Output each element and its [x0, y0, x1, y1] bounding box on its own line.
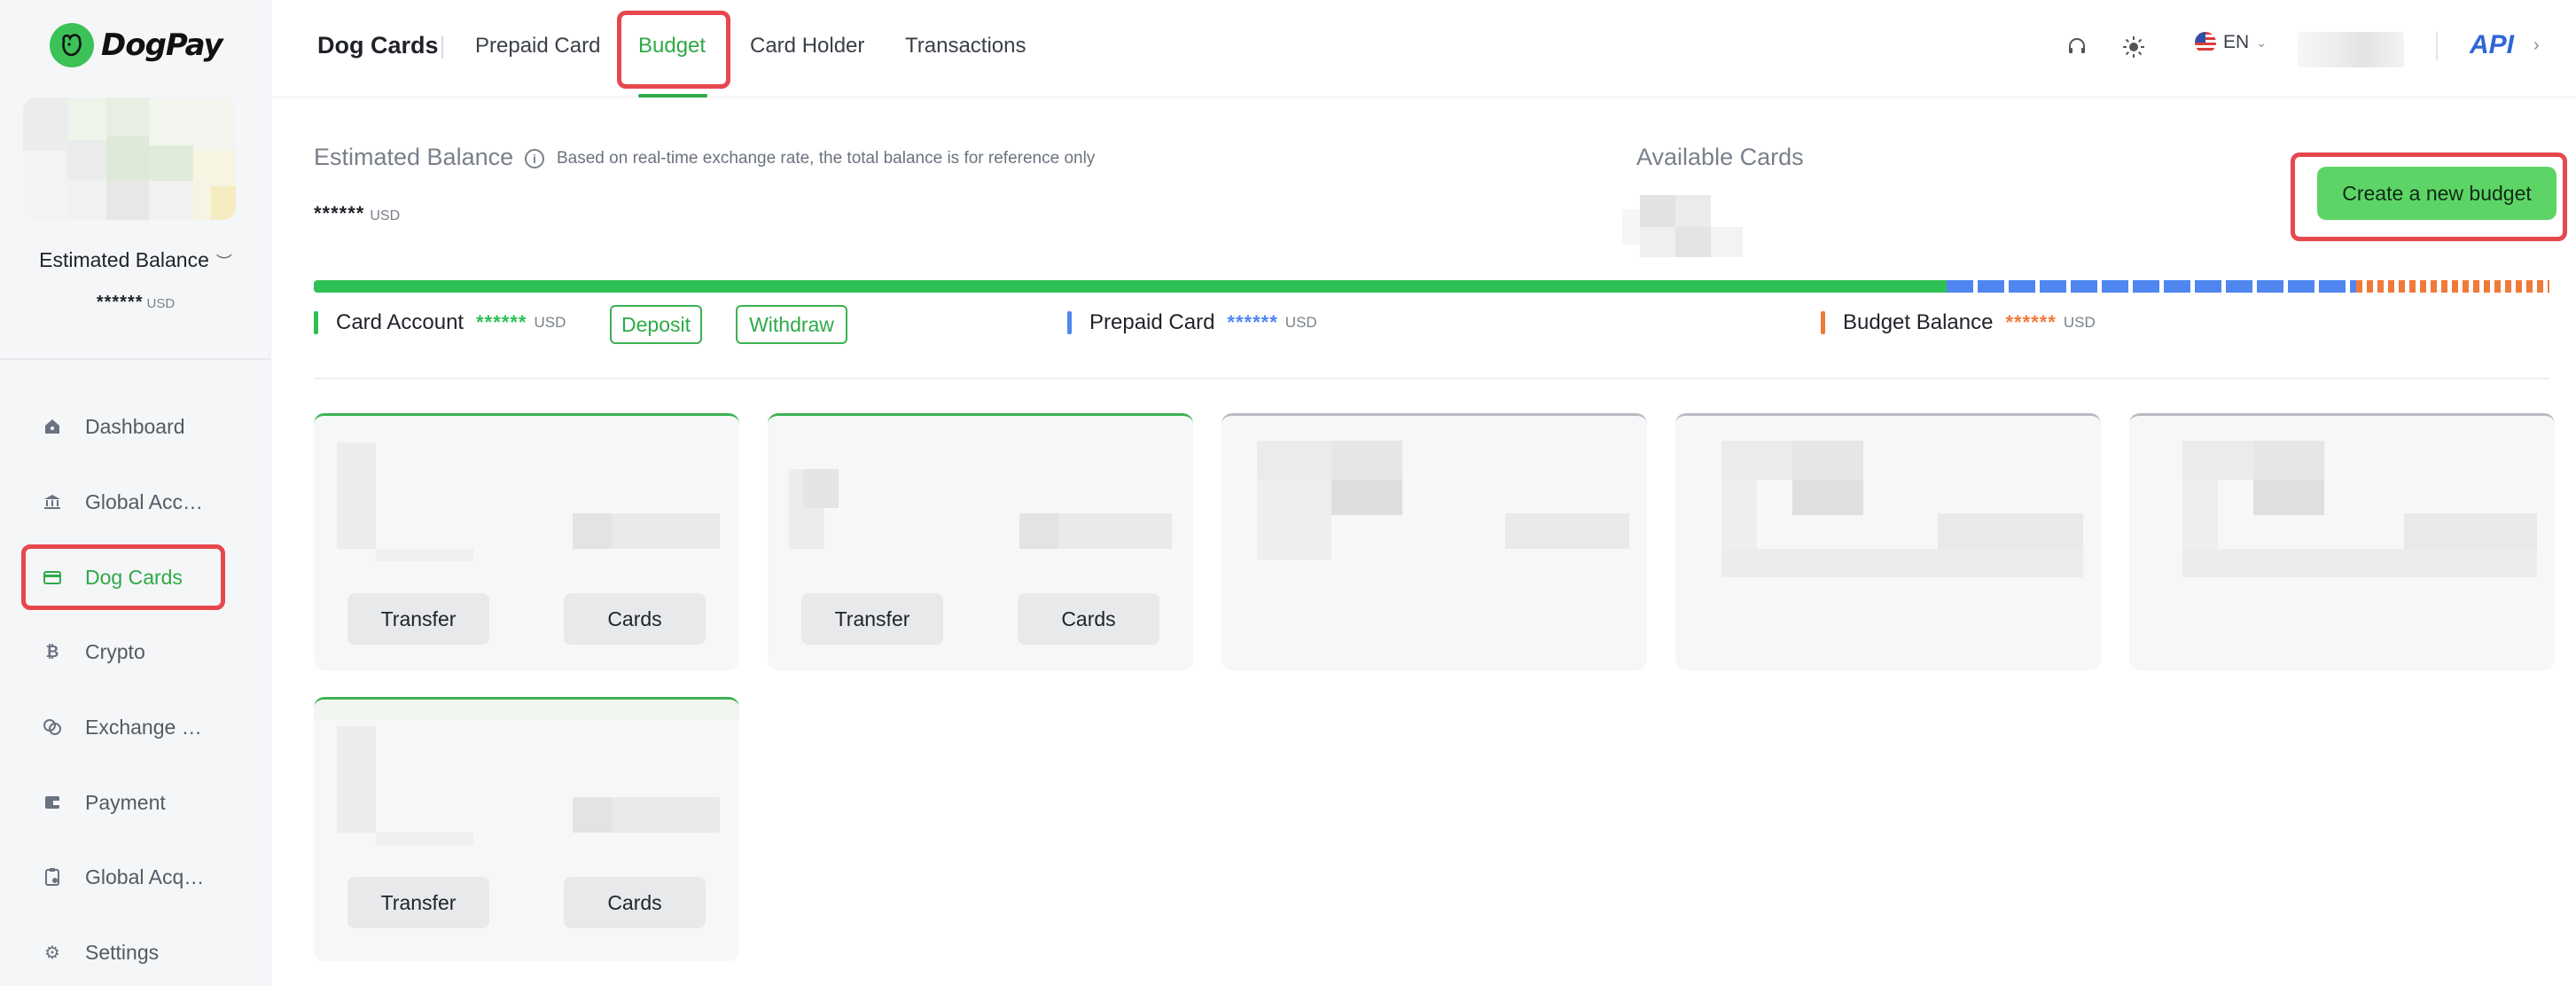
language-label: EN [2223, 32, 2250, 52]
card-account-value: ****** [476, 311, 527, 333]
budget-balance-unit: USD [2063, 314, 2096, 331]
gear-icon: ⚙ [44, 943, 60, 963]
sidebar-item-label: Global Acquiring [85, 865, 209, 888]
info-icon[interactable]: i [525, 149, 544, 168]
available-cards-value [1622, 183, 1755, 257]
budget-card[interactable] [1222, 413, 1647, 670]
budget-balance-bar-segment [2356, 280, 2549, 293]
balance-distribution-bar [314, 280, 2549, 293]
transfer-button[interactable]: Transfer [347, 877, 489, 928]
sidebar-balance-value: ****** USD [0, 293, 271, 313]
estimated-balance-amount: ****** [314, 202, 365, 224]
estimated-balance-unit: USD [370, 208, 401, 223]
cards-button[interactable]: Cards [564, 593, 706, 645]
prepaid-card-bar-segment [1947, 280, 2356, 293]
card-account-bar-segment [314, 280, 1947, 293]
card-icon [43, 567, 62, 587]
brand-logo[interactable]: DogPay [50, 23, 223, 67]
tab-budget[interactable]: Budget [638, 34, 706, 59]
prepaid-card-unit: USD [1284, 314, 1317, 331]
sidebar-balance-unit: USD [146, 296, 176, 311]
legend-card-account: Card Account ****** USD [314, 310, 566, 335]
wallet-icon [43, 793, 62, 812]
chevron-right-icon[interactable]: › [2533, 35, 2540, 56]
sidebar-item-global-accounts[interactable]: Global Accounts [21, 469, 225, 535]
create-new-budget-button[interactable]: Create a new budget [2317, 167, 2556, 220]
estimated-balance-value: ****** USD [314, 202, 400, 225]
main-content: Estimated Balance i Based on real-time e… [271, 98, 2576, 986]
estimated-balance-label: Estimated Balance [314, 144, 514, 170]
sidebar-item-settings[interactable]: ⚙ Settings [21, 919, 225, 985]
budget-card[interactable] [2129, 413, 2555, 670]
section-divider [314, 378, 2549, 380]
sidebar-item-label: Settings [85, 940, 160, 964]
budget-balance-color-mark [1821, 311, 1825, 334]
budget-card[interactable]: Transfer Cards [314, 697, 739, 961]
eye-closed-icon[interactable]: ︶ [216, 250, 232, 273]
sidebar-item-label: Global Accounts [85, 489, 209, 513]
sidebar-item-label: Exchange Currency [85, 715, 209, 739]
chevron-down-icon: ⌄ [2256, 35, 2267, 50]
sidebar-item-dog-cards[interactable]: Dog Cards [21, 544, 225, 610]
acquiring-icon [43, 867, 62, 887]
dog-logo-icon [50, 23, 94, 67]
sidebar-item-dashboard[interactable]: Dashboard [21, 394, 225, 459]
budget-balance-label: Budget Balance [1843, 310, 1994, 334]
sidebar-balance-label-text: Estimated Balance [39, 248, 209, 271]
legend-prepaid-card: Prepaid Card ****** USD [1067, 310, 1317, 335]
card-account-unit: USD [534, 314, 566, 331]
estimated-balance-hint: Based on real-time exchange rate, the to… [557, 149, 1096, 168]
us-flag-icon [2195, 32, 2216, 53]
brand-name: DogPay [101, 27, 223, 63]
prepaid-card-color-mark [1067, 311, 1072, 334]
top-bar: Dog Cards Prepaid Card Budget Card Holde… [271, 0, 2576, 98]
prepaid-card-value: ****** [1227, 311, 1278, 333]
sidebar: DogPay Estimated Balance ︶ ****** USD Dash… [0, 0, 271, 986]
available-cards-label: Available Cards [1636, 144, 1804, 170]
budget-balance-value: ****** [2005, 311, 2057, 333]
sidebar-item-crypto[interactable]: ₿ Crypto [21, 619, 225, 685]
sidebar-item-label: Payment [85, 790, 166, 814]
language-selector[interactable]: EN ⌄ [2195, 32, 2267, 53]
sidebar-item-payment[interactable]: Payment [21, 770, 225, 835]
transfer-button[interactable]: Transfer [801, 593, 943, 645]
tab-transactions[interactable]: Transactions [905, 34, 1026, 59]
deposit-button[interactable]: Deposit [610, 305, 702, 344]
sidebar-divider [0, 358, 271, 360]
tab-card-holder[interactable]: Card Holder [750, 34, 864, 59]
sun-theme-icon[interactable] [2120, 34, 2147, 60]
budget-card[interactable]: Transfer Cards [314, 413, 739, 670]
budget-card[interactable] [1675, 413, 2101, 670]
legend-budget-balance: Budget Balance ****** USD [1821, 310, 2096, 335]
user-account-menu[interactable] [2298, 32, 2404, 67]
bitcoin-icon: ₿ [45, 642, 59, 661]
bank-icon [43, 492, 62, 512]
home-icon [43, 417, 62, 436]
sidebar-item-global-acquiring[interactable]: Global Acquiring [21, 844, 225, 910]
sidebar-balance-label: Estimated Balance ︶ [0, 248, 271, 273]
transfer-button[interactable]: Transfer [347, 593, 489, 645]
cards-button[interactable]: Cards [1018, 593, 1159, 645]
card-account-color-mark [314, 311, 318, 334]
sidebar-item-exchange[interactable]: Exchange Currency [21, 694, 225, 760]
budget-card[interactable]: Transfer Cards [768, 413, 1193, 670]
api-link[interactable]: API [2470, 30, 2514, 60]
sidebar-balance-amount: ****** [96, 293, 144, 312]
api-separator [2436, 32, 2438, 60]
cards-button[interactable]: Cards [564, 877, 706, 928]
sidebar-item-label: Crypto [85, 639, 145, 663]
exchange-icon [43, 717, 62, 737]
sidebar-item-label: Dog Cards [85, 565, 183, 589]
headset-icon[interactable] [2064, 34, 2090, 60]
prepaid-card-label: Prepaid Card [1089, 310, 1215, 334]
card-account-label: Card Account [336, 310, 464, 334]
user-avatar-card[interactable] [23, 98, 236, 220]
page-title: Dog Cards [317, 32, 439, 59]
tab-prepaid-card[interactable]: Prepaid Card [475, 34, 600, 59]
sidebar-item-label: Dashboard [85, 414, 185, 438]
withdraw-button[interactable]: Withdraw [736, 305, 847, 344]
title-separator [441, 35, 443, 59]
